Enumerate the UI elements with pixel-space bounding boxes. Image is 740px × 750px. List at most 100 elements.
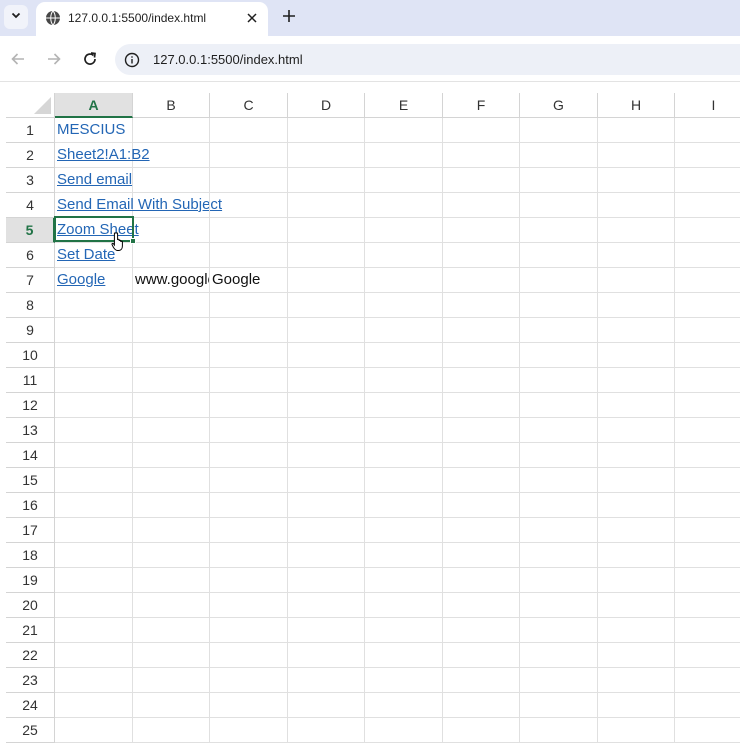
cell-e24[interactable]	[365, 693, 443, 718]
cell-g23[interactable]	[520, 668, 598, 693]
row-header-11[interactable]: 11	[6, 368, 55, 393]
cell-i3[interactable]	[675, 168, 740, 193]
cell-h19[interactable]	[598, 568, 675, 593]
cell-h23[interactable]	[598, 668, 675, 693]
cell-a15[interactable]	[55, 468, 133, 493]
cell-c1[interactable]	[210, 118, 288, 143]
row-header-7[interactable]: 7	[6, 268, 55, 293]
column-header-c[interactable]: C	[210, 93, 288, 118]
address-bar[interactable]: 127.0.0.1:5500/index.html	[115, 44, 740, 75]
cell-f21[interactable]	[443, 618, 520, 643]
cell-h17[interactable]	[598, 518, 675, 543]
cell-d22[interactable]	[288, 643, 365, 668]
cell-f5[interactable]	[443, 218, 520, 243]
cell-h5[interactable]	[598, 218, 675, 243]
row-header-20[interactable]: 20	[6, 593, 55, 618]
cell-c15[interactable]	[210, 468, 288, 493]
cell-g8[interactable]	[520, 293, 598, 318]
cell-d24[interactable]	[288, 693, 365, 718]
cell-a16[interactable]	[55, 493, 133, 518]
cell-e6[interactable]	[365, 243, 443, 268]
cell-e15[interactable]	[365, 468, 443, 493]
cell-f18[interactable]	[443, 543, 520, 568]
arrow-right-icon[interactable]	[44, 49, 64, 69]
cell-i19[interactable]	[675, 568, 740, 593]
cell-a23[interactable]	[55, 668, 133, 693]
cell-h11[interactable]	[598, 368, 675, 393]
cell-a9[interactable]	[55, 318, 133, 343]
cell-g6[interactable]	[520, 243, 598, 268]
cell-f25[interactable]	[443, 718, 520, 743]
row-header-9[interactable]: 9	[6, 318, 55, 343]
row-header-3[interactable]: 3	[6, 168, 55, 193]
cell-i20[interactable]	[675, 593, 740, 618]
cell-f6[interactable]	[443, 243, 520, 268]
cell-a24[interactable]	[55, 693, 133, 718]
cell-f16[interactable]	[443, 493, 520, 518]
cell-g21[interactable]	[520, 618, 598, 643]
cell-b7[interactable]: www.google.com	[133, 268, 210, 293]
cell-e1[interactable]	[365, 118, 443, 143]
row-header-1[interactable]: 1	[6, 118, 55, 143]
cell-a20[interactable]	[55, 593, 133, 618]
cell-a10[interactable]	[55, 343, 133, 368]
reload-icon[interactable]	[80, 49, 100, 69]
row-header-17[interactable]: 17	[6, 518, 55, 543]
cell-c17[interactable]	[210, 518, 288, 543]
cell-f9[interactable]	[443, 318, 520, 343]
cell-c23[interactable]	[210, 668, 288, 693]
cell-i23[interactable]	[675, 668, 740, 693]
cell-c7[interactable]: Google	[210, 268, 288, 293]
cell-d9[interactable]	[288, 318, 365, 343]
cell-d14[interactable]	[288, 443, 365, 468]
cell-h7[interactable]	[598, 268, 675, 293]
cell-h12[interactable]	[598, 393, 675, 418]
cell-d3[interactable]	[288, 168, 365, 193]
cell-h15[interactable]	[598, 468, 675, 493]
cell-e21[interactable]	[365, 618, 443, 643]
row-header-13[interactable]: 13	[6, 418, 55, 443]
cell-b13[interactable]	[133, 418, 210, 443]
row-header-25[interactable]: 25	[6, 718, 55, 743]
hyperlink-text[interactable]: Google	[57, 271, 105, 288]
cell-i10[interactable]	[675, 343, 740, 368]
column-header-h[interactable]: H	[598, 93, 675, 118]
cell-a17[interactable]	[55, 518, 133, 543]
cell-h3[interactable]	[598, 168, 675, 193]
url-text[interactable]: 127.0.0.1:5500/index.html	[153, 52, 303, 67]
cell-c24[interactable]	[210, 693, 288, 718]
cell-e22[interactable]	[365, 643, 443, 668]
cell-a13[interactable]	[55, 418, 133, 443]
cell-a18[interactable]	[55, 543, 133, 568]
cell-f22[interactable]	[443, 643, 520, 668]
cell-i18[interactable]	[675, 543, 740, 568]
cell-e10[interactable]	[365, 343, 443, 368]
cell-b6[interactable]	[133, 243, 210, 268]
cell-d17[interactable]	[288, 518, 365, 543]
cell-g1[interactable]	[520, 118, 598, 143]
cell-i1[interactable]	[675, 118, 740, 143]
cell-a22[interactable]	[55, 643, 133, 668]
cell-g18[interactable]	[520, 543, 598, 568]
cell-b20[interactable]	[133, 593, 210, 618]
cell-h20[interactable]	[598, 593, 675, 618]
cell-i21[interactable]	[675, 618, 740, 643]
row-header-16[interactable]: 16	[6, 493, 55, 518]
cell-e7[interactable]	[365, 268, 443, 293]
cell-e17[interactable]	[365, 518, 443, 543]
cell-h8[interactable]	[598, 293, 675, 318]
cell-d11[interactable]	[288, 368, 365, 393]
column-header-e[interactable]: E	[365, 93, 443, 118]
column-header-d[interactable]: D	[288, 93, 365, 118]
cell-e4[interactable]	[365, 193, 443, 218]
cell-i15[interactable]	[675, 468, 740, 493]
info-icon[interactable]	[124, 52, 140, 68]
select-all-corner[interactable]	[6, 93, 55, 118]
cell-g22[interactable]	[520, 643, 598, 668]
cell-e3[interactable]	[365, 168, 443, 193]
cell-d16[interactable]	[288, 493, 365, 518]
cell-h6[interactable]	[598, 243, 675, 268]
cell-a1[interactable]: MESCIUS	[55, 118, 133, 143]
cell-b15[interactable]	[133, 468, 210, 493]
row-header-22[interactable]: 22	[6, 643, 55, 668]
